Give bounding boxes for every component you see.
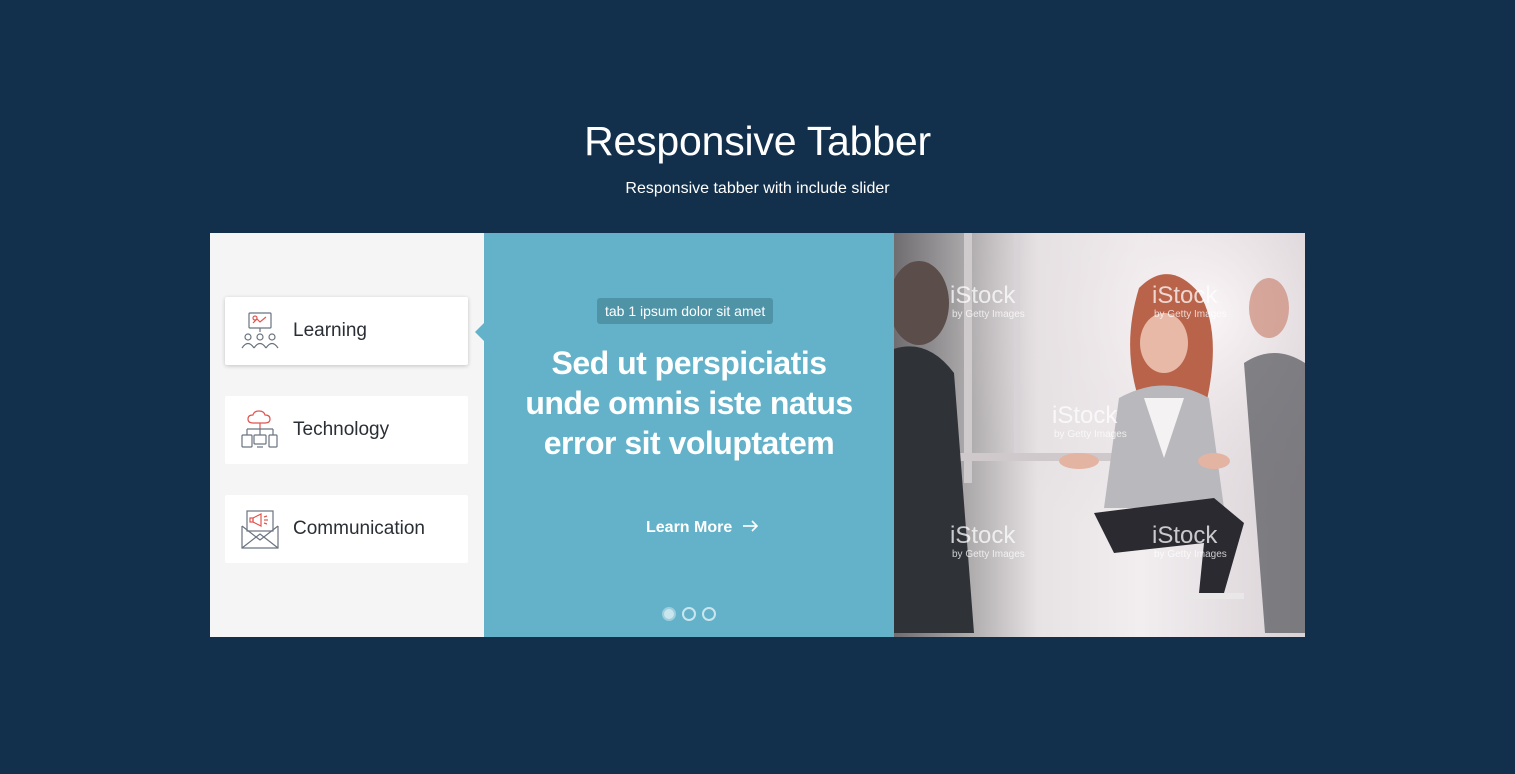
tab-list: Learning Technology Communication [210,233,484,637]
watermark-text: iStock [950,522,1016,549]
learn-more-link[interactable]: Learn More [646,519,759,537]
page-title: Responsive Tabber [584,118,931,164]
tab-label: Learning [293,320,367,341]
megaphone-envelope-icon [239,508,281,550]
content-headline: Sed ut perspiciatis unde omnis iste natu… [525,345,853,461]
active-tab-pointer [475,323,484,341]
content-tag: tab 1 ipsum dolor sit amet [597,298,774,324]
slider-dot[interactable] [702,607,716,621]
presentation-icon [239,310,281,352]
watermark-text: iStock [1152,522,1218,549]
slider-dot[interactable] [662,607,676,621]
learn-more-label: Learn More [646,519,733,536]
tab-communication[interactable]: Communication [225,495,468,563]
slider-dot[interactable] [682,607,696,621]
watermark-sub: by Getty Images [1154,549,1227,560]
page-subtitle: Responsive tabber with include slider [625,180,890,197]
tab-label: Communication [293,518,425,539]
tab-technology[interactable]: Technology [225,396,468,464]
tab-learning[interactable]: Learning [225,297,468,365]
content-panel: tab 1 ipsum dolor sit amet Sed ut perspi… [475,233,894,637]
watermark-sub: by Getty Images [1054,429,1127,440]
tab-label: Technology [293,419,390,440]
page-header: Responsive Tabber Responsive tabber with… [0,112,1515,199]
watermark-sub: by Getty Images [1154,309,1227,320]
watermark-text: iStock [950,282,1016,309]
watermark-text: iStock [1052,402,1118,429]
photo-illustration: iStock by Getty Images iStock by Getty I… [894,233,1305,637]
watermark-sub: by Getty Images [952,309,1025,320]
network-devices-icon [239,409,281,451]
tabber: Learning Technology Communication tab 1 … [210,233,1305,637]
slide-photo: iStock by Getty Images iStock by Getty I… [894,233,1305,637]
arrow-right-icon [742,519,759,537]
watermark-text: iStock [1152,282,1218,309]
watermark-sub: by Getty Images [952,549,1025,560]
slider-dots [662,607,716,621]
